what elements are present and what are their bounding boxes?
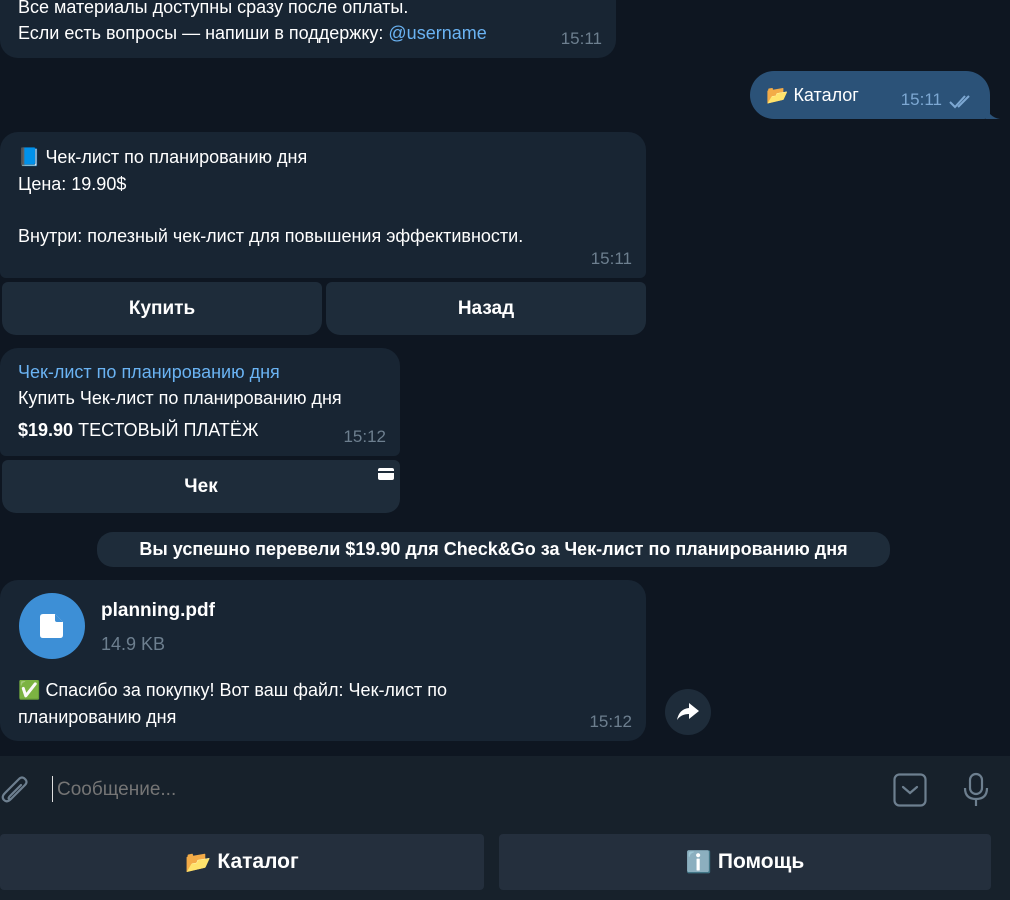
- message-composer: 📂 Каталог ℹ️ Помощь: [0, 756, 1010, 900]
- payment-service-message: Вы успешно перевели $19.90 для Check&Go …: [97, 532, 890, 567]
- forward-arrow-icon: [677, 703, 699, 720]
- folder-icon: 📂: [766, 85, 789, 106]
- receipt-button[interactable]: Чек: [2, 460, 400, 513]
- reply-button-label: Каталог: [217, 850, 299, 873]
- document-icon: [40, 614, 63, 638]
- folder-icon: 📂: [185, 849, 212, 874]
- invoice-amount-line: $19.90 ТЕСТОВЫЙ ПЛАТЁЖ: [18, 417, 382, 443]
- message-input[interactable]: [55, 774, 839, 806]
- bubble-tail: [986, 105, 1000, 119]
- product-description: Внутри: полезный чек-лист для повышения …: [18, 226, 524, 246]
- chat-area: Все материалы доступны сразу после оплат…: [0, 0, 1010, 756]
- info-icon: ℹ️: [685, 849, 712, 874]
- username-link[interactable]: @username: [388, 23, 486, 43]
- buy-button[interactable]: Купить: [2, 282, 322, 335]
- message-text-line: 📘 Чек-лист по планированию дня: [18, 144, 628, 171]
- message-time: 15:12: [343, 427, 386, 446]
- message-time: 15:11: [900, 90, 942, 109]
- back-button[interactable]: Назад: [326, 282, 646, 335]
- reply-button-catalog[interactable]: 📂 Каталог: [0, 834, 484, 890]
- text-cursor: [52, 776, 53, 802]
- message-outgoing-catalog: 📂 Каталог 15:11: [750, 71, 990, 119]
- bot-keyboard-icon[interactable]: [893, 773, 927, 807]
- message-text: Каталог: [793, 85, 859, 105]
- reply-button-help[interactable]: ℹ️ Помощь: [499, 834, 991, 890]
- reply-button-label: Помощь: [717, 850, 805, 873]
- product-title: Чек-лист по планированию дня: [45, 147, 308, 167]
- message-text-line: Если есть вопросы — напиши в поддержку: …: [18, 20, 598, 46]
- file-name[interactable]: planning.pdf: [101, 598, 215, 624]
- message-text: Спасибо за покупку! Вот ваш файл: Чек-ли…: [45, 680, 447, 700]
- message-time: 15:12: [589, 712, 632, 731]
- message-text-line: планированию дня: [18, 707, 177, 727]
- message-time: 15:11: [560, 29, 602, 48]
- forward-button[interactable]: [665, 689, 711, 735]
- message-file: planning.pdf 14.9 KB ✅ Спасибо за покупк…: [0, 580, 646, 741]
- double-check-icon: [949, 95, 970, 109]
- check-mark-icon: ✅: [18, 680, 41, 701]
- file-icon[interactable]: [19, 593, 85, 659]
- microphone-icon[interactable]: [961, 772, 991, 808]
- invoice-description: Купить Чек-лист по планированию дня: [18, 388, 342, 408]
- file-size: 14.9 KB: [101, 634, 166, 654]
- invoice-amount: $19.90: [18, 420, 74, 440]
- file-caption: ✅ Спасибо за покупку! Вот ваш файл: Чек-…: [18, 677, 578, 730]
- book-icon: 📘: [18, 147, 41, 168]
- message-text: Если есть вопросы — напиши в поддержку:: [18, 23, 389, 43]
- paperclip-icon[interactable]: [0, 774, 32, 808]
- message-text-line: ✅ Спасибо за покупку! Вот ваш файл: Чек-…: [18, 677, 578, 704]
- card-icon: [378, 468, 394, 480]
- test-payment-label: ТЕСТОВЫЙ ПЛАТЁЖ: [78, 420, 259, 440]
- invoice-title: Чек-лист по планированию дня: [18, 362, 280, 382]
- message-support-info: Все материалы доступны сразу после оплат…: [0, 0, 616, 58]
- product-price: Цена: 19.90$: [18, 174, 127, 194]
- message-invoice: Чек-лист по планированию дня Купить Чек-…: [0, 348, 400, 456]
- message-time: 15:11: [590, 249, 632, 268]
- message-text-line: Все материалы доступны сразу после оплат…: [18, 0, 409, 17]
- message-product-card: 📘 Чек-лист по планированию дня Цена: 19.…: [0, 132, 646, 278]
